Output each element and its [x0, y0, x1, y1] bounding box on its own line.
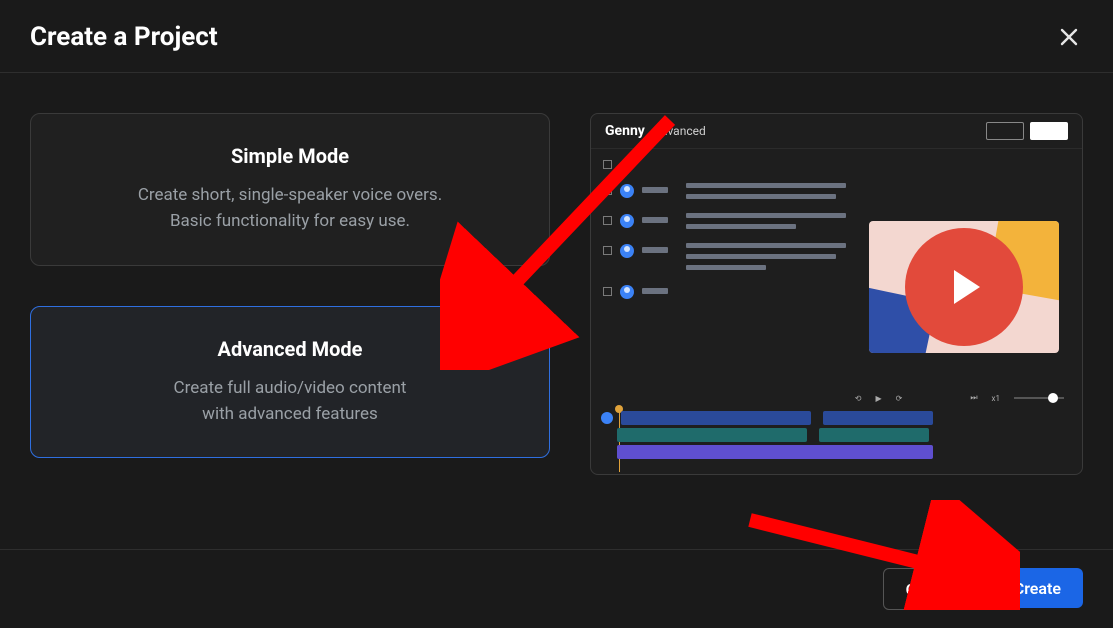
name-placeholder: [642, 247, 668, 253]
clip: [617, 445, 933, 459]
preview-frame: Genny Advanced: [590, 113, 1083, 475]
avatar-icon: [620, 244, 634, 258]
list-item: [603, 183, 858, 199]
preview-list: [591, 149, 858, 389]
mode-card-simple[interactable]: Simple Mode Create short, single-speaker…: [30, 113, 550, 266]
checkbox-icon: [603, 287, 612, 296]
modal-footer: Cancel Create: [0, 549, 1113, 628]
zoom-slider: [1014, 397, 1064, 399]
list-item: [603, 243, 858, 270]
skip-icon: ⏭: [970, 393, 977, 403]
modal-body: Simple Mode Create short, single-speaker…: [0, 73, 1113, 475]
mode-description: Create short, single-speaker voice overs…: [59, 182, 521, 235]
avatar-icon: [620, 285, 634, 299]
preview-controls: ⟲ ▶ ⟳ ⏭ x1: [591, 389, 1082, 407]
play-circle: [905, 228, 1023, 346]
mode-preview: Genny Advanced: [590, 113, 1083, 475]
preview-pill: [986, 122, 1024, 140]
timeline-row: [601, 428, 1072, 442]
play-icon: [954, 270, 980, 304]
preview-thumbnail: [869, 221, 1059, 353]
rewind-icon: ⟲: [855, 394, 862, 403]
clip: [819, 428, 929, 442]
checkbox-icon: [603, 246, 612, 255]
preview-body: [591, 149, 1082, 389]
list-item: [603, 213, 858, 229]
preview-buttons: [986, 122, 1068, 140]
timeline-row: [601, 445, 1072, 459]
preview-video-area: [858, 149, 1082, 389]
avatar-icon: [601, 412, 613, 424]
timeline-row: [601, 411, 1072, 425]
mode-title: Advanced Mode: [59, 337, 521, 361]
name-placeholder: [642, 187, 668, 193]
avatar-icon: [620, 184, 634, 198]
checkbox-icon: [603, 160, 612, 169]
close-button[interactable]: [1055, 23, 1083, 51]
create-project-modal: Create a Project Simple Mode Create shor…: [0, 0, 1113, 628]
clip: [823, 411, 933, 425]
create-button[interactable]: Create: [992, 568, 1083, 608]
checkbox-icon: [603, 216, 612, 225]
play-small-icon: ▶: [875, 394, 881, 403]
avatar-icon: [620, 214, 634, 228]
name-placeholder: [642, 288, 668, 294]
cancel-button[interactable]: Cancel: [883, 568, 978, 610]
checkbox-icon: [603, 186, 612, 195]
clip: [617, 428, 807, 442]
clip: [621, 411, 811, 425]
forward-icon: ⟳: [896, 394, 903, 403]
preview-mode-label: Advanced: [653, 124, 706, 138]
mode-options: Simple Mode Create short, single-speaker…: [30, 113, 550, 475]
list-item: [603, 157, 858, 169]
preview-timeline: [591, 407, 1082, 472]
name-placeholder: [642, 217, 668, 223]
modal-header: Create a Project: [0, 0, 1113, 72]
speed-label: x1: [992, 394, 1000, 403]
list-item: [603, 284, 858, 298]
mode-card-advanced[interactable]: Advanced Mode Create full audio/video co…: [30, 306, 550, 459]
preview-pill-filled: [1030, 122, 1068, 140]
preview-brand: Genny Advanced: [605, 123, 706, 139]
modal-title: Create a Project: [30, 22, 218, 52]
mode-title: Simple Mode: [59, 144, 521, 168]
close-icon: [1059, 27, 1079, 47]
preview-header: Genny Advanced: [591, 114, 1082, 149]
mode-description: Create full audio/video content with adv…: [59, 375, 521, 428]
